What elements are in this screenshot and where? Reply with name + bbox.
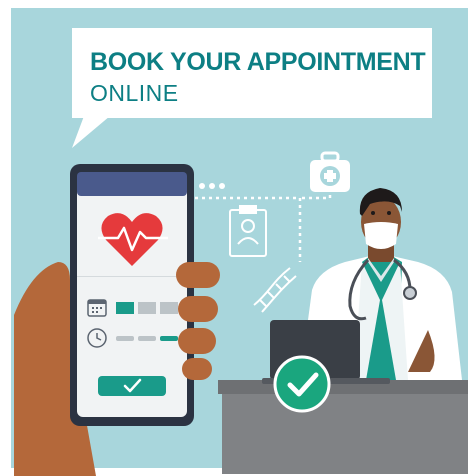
stethoscope-chestpiece bbox=[403, 286, 417, 300]
confirm-button bbox=[98, 376, 166, 396]
headline-subtitle: ONLINE bbox=[90, 80, 179, 106]
appointment-illustration: BOOK YOUR APPOINTMENT ONLINE bbox=[0, 0, 473, 476]
headline-title: BOOK YOUR APPOINTMENT bbox=[90, 48, 426, 76]
phone-status-dots bbox=[199, 183, 225, 189]
headline: BOOK YOUR APPOINTMENT ONLINE bbox=[72, 28, 432, 118]
confirmation-badge bbox=[273, 355, 331, 413]
desk bbox=[218, 380, 468, 474]
face-mask bbox=[364, 222, 398, 249]
